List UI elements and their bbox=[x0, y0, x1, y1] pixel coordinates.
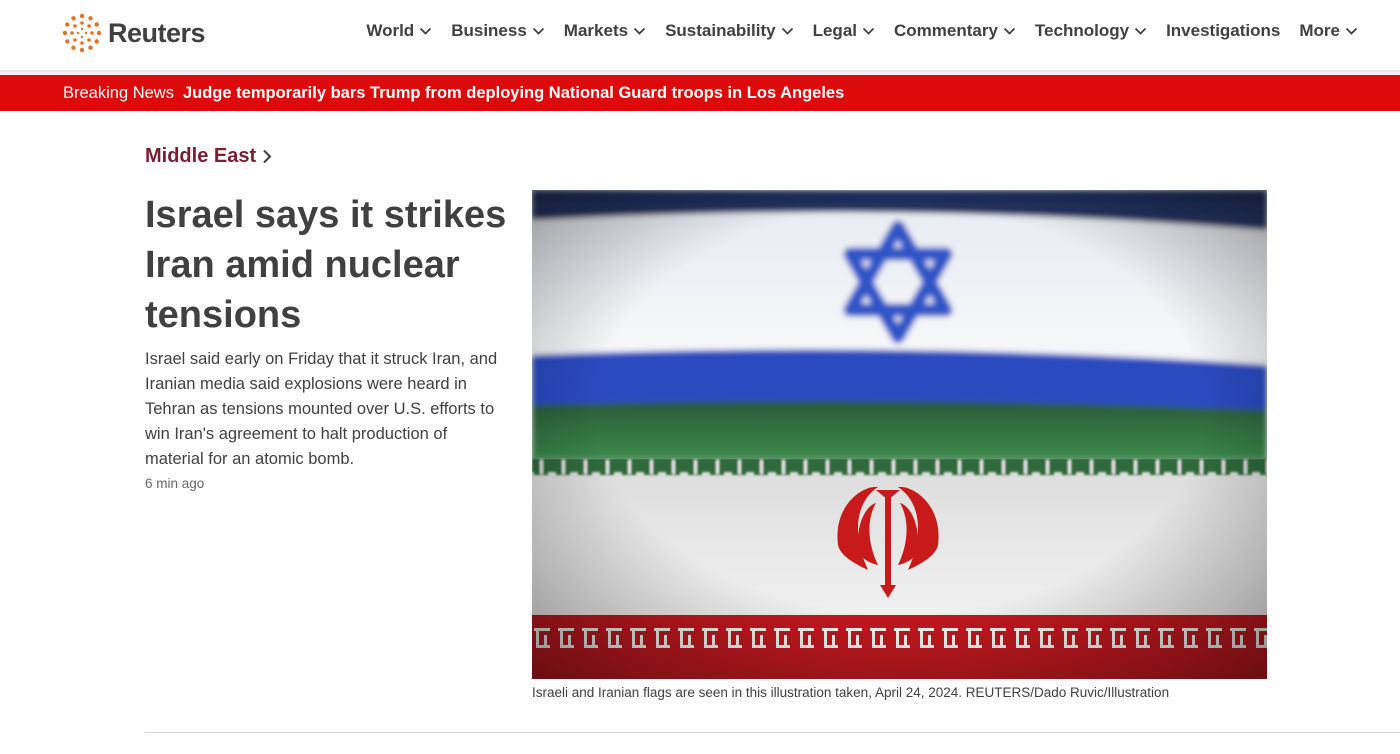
nav-item-commentary[interactable]: Commentary bbox=[894, 21, 1016, 41]
nav-item-label: Commentary bbox=[894, 21, 998, 40]
chevron-down-icon bbox=[862, 27, 875, 35]
flags-illustration bbox=[532, 190, 1267, 679]
article-timestamp: 6 min ago bbox=[145, 476, 205, 491]
site-header: Reuters World Business Markets Sustainabili… bbox=[0, 0, 1400, 70]
nav-item-label: Markets bbox=[563, 21, 629, 40]
reuters-logo-icon bbox=[62, 13, 102, 53]
nav-item-investigations[interactable]: Investigations bbox=[1166, 21, 1280, 41]
breaking-news-bar: Breaking News Judge temporarily bars Tru… bbox=[0, 75, 1400, 111]
nav-item-more[interactable]: More bbox=[1299, 21, 1358, 41]
reuters-logo[interactable]: Reuters bbox=[62, 13, 206, 53]
chevron-down-icon bbox=[532, 27, 544, 35]
nav-item-legal[interactable]: Legal bbox=[813, 21, 875, 41]
nav-item-label: More bbox=[1299, 21, 1340, 40]
nav-item-label: Investigations bbox=[1166, 21, 1281, 40]
chevron-down-icon bbox=[1134, 27, 1147, 35]
chevron-down-icon bbox=[781, 27, 793, 35]
nav-item-world[interactable]: World bbox=[366, 21, 432, 41]
chevron-down-icon bbox=[1345, 27, 1358, 35]
nav-item-sustainability[interactable]: Sustainability bbox=[665, 21, 794, 41]
nav-item-label: Sustainability bbox=[665, 21, 776, 40]
nav-item-label: Business bbox=[451, 21, 527, 40]
nav-item-technology[interactable]: Technology bbox=[1035, 21, 1147, 41]
chevron-down-icon bbox=[1003, 27, 1016, 35]
section-divider bbox=[145, 732, 1400, 733]
nav-item-business[interactable]: Business bbox=[451, 21, 545, 41]
chevron-down-icon bbox=[420, 27, 432, 35]
nav-item-markets[interactable]: Markets bbox=[564, 21, 646, 41]
breaking-news-link[interactable]: Judge temporarily bars Trump from deploy… bbox=[183, 84, 844, 103]
article-summary: Israel said early on Friday that it stru… bbox=[145, 350, 498, 468]
nav-item-label: Technology bbox=[1034, 21, 1130, 40]
breaking-news-label: Breaking News bbox=[63, 83, 174, 102]
section-label: Middle East bbox=[145, 145, 257, 167]
nav-item-label: World bbox=[366, 21, 415, 40]
logo-text: Reuters bbox=[108, 17, 206, 48]
article-image[interactable] bbox=[532, 190, 1267, 679]
image-caption: Israeli and Iranian flags are seen in th… bbox=[532, 685, 1170, 700]
chevron-right-icon bbox=[263, 149, 272, 164]
main-nav: World Business Markets Sustainability Legal C… bbox=[366, 21, 1358, 41]
chevron-down-icon bbox=[633, 27, 646, 35]
section-link-middle-east[interactable]: Middle East bbox=[145, 145, 272, 168]
article-headline[interactable]: Israel says it strikes Iran amid nuclear… bbox=[145, 190, 515, 340]
nav-item-label: Legal bbox=[812, 21, 857, 40]
